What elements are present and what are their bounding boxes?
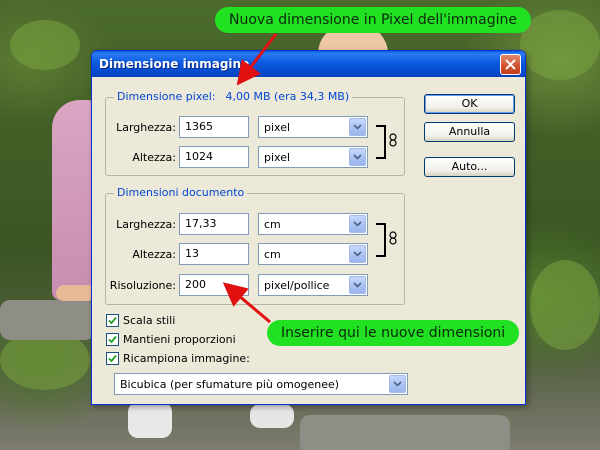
resolution-unit-value: pixel/pollice — [264, 279, 330, 292]
resample-option[interactable]: Ricampiona immagine: — [106, 352, 250, 365]
shoe — [128, 402, 172, 438]
doc-height-label: Altezza: — [132, 248, 176, 261]
chain-link-icon — [389, 231, 397, 245]
constrain-proportions-checkbox[interactable] — [106, 333, 119, 346]
resolution-unit-select[interactable]: pixel/pollice — [258, 274, 368, 296]
ok-button[interactable]: OK — [424, 94, 515, 114]
chevron-down-icon[interactable] — [389, 375, 406, 393]
resample-label: Ricampiona immagine: — [123, 352, 250, 365]
pixel-width-input[interactable]: 1365 — [179, 116, 249, 138]
pixel-height-unit-select[interactable]: pixel — [258, 146, 368, 168]
foliage — [520, 10, 600, 80]
pixel-height-unit-value: pixel — [264, 151, 291, 164]
resample-method-select[interactable]: Bicubica (per sfumature più omogenee) — [114, 373, 408, 395]
proportion-bracket — [376, 223, 386, 257]
pixel-height-input[interactable]: 1024 — [179, 146, 249, 168]
checkmark-icon — [108, 354, 117, 363]
resolution-input[interactable]: 200 — [179, 274, 249, 296]
scale-styles-checkbox[interactable] — [106, 314, 119, 327]
close-icon — [505, 59, 516, 70]
close-button[interactable] — [500, 54, 521, 75]
resample-method-value: Bicubica (per sfumature più omogenee) — [120, 378, 340, 391]
doc-width-unit-value: cm — [264, 218, 281, 231]
rock — [0, 300, 95, 340]
chevron-down-icon[interactable] — [349, 276, 366, 294]
scale-styles-label: Scala stili — [123, 314, 176, 327]
proportion-bracket — [376, 125, 386, 159]
pixel-width-unit-select[interactable]: pixel — [258, 116, 368, 138]
chevron-down-icon[interactable] — [349, 148, 366, 166]
chevron-down-icon[interactable] — [349, 245, 366, 263]
pixel-dimensions-legend: Dimensione pixel: 4,00 MB (era 34,3 MB) — [114, 90, 353, 103]
doc-height-unit-value: cm — [264, 248, 281, 261]
constrain-proportions-label: Mantieni proporzioni — [123, 333, 236, 346]
child-arm — [56, 285, 96, 301]
image-size-dialog: Dimensione immagine Dimensione pixel: 4,0… — [91, 50, 526, 405]
resample-checkbox[interactable] — [106, 352, 119, 365]
foliage — [10, 20, 80, 70]
checkmark-icon — [108, 335, 117, 344]
pixel-height-label: Altezza: — [132, 151, 176, 164]
doc-width-label: Larghezza: — [116, 218, 176, 231]
pixel-size-value: 4,00 MB (era 34,3 MB) — [225, 90, 350, 103]
doc-height-input[interactable]: 13 — [179, 243, 249, 265]
auto-button[interactable]: Auto... — [424, 157, 515, 177]
pixel-width-label: Larghezza: — [116, 121, 176, 134]
callout-pixel-size: Nuova dimensione in Pixel dell'immagine — [215, 7, 531, 33]
doc-height-unit-select[interactable]: cm — [258, 243, 368, 265]
scale-styles-option[interactable]: Scala stili — [106, 314, 175, 327]
rock — [300, 415, 510, 450]
dialog-title: Dimensione immagine — [99, 57, 250, 71]
pixel-dimensions-title: Dimensione pixel: — [117, 90, 216, 103]
checkmark-icon — [108, 316, 117, 325]
title-bar[interactable]: Dimensione immagine — [92, 51, 525, 77]
chevron-down-icon[interactable] — [349, 215, 366, 233]
cancel-button[interactable]: Annulla — [424, 122, 515, 142]
constrain-proportions-option[interactable]: Mantieni proporzioni — [106, 333, 236, 346]
chain-link-icon — [389, 133, 397, 147]
doc-width-unit-select[interactable]: cm — [258, 213, 368, 235]
foliage — [530, 260, 600, 350]
document-dimensions-legend: Dimensioni documento — [114, 186, 248, 199]
doc-width-input[interactable]: 17,33 — [179, 213, 249, 235]
pixel-width-unit-value: pixel — [264, 121, 291, 134]
shoe — [250, 404, 294, 428]
callout-enter-dimensions: Inserire qui le nuove dimensioni — [267, 320, 520, 346]
chevron-down-icon[interactable] — [349, 118, 366, 136]
resolution-label: Risoluzione: — [109, 279, 176, 292]
